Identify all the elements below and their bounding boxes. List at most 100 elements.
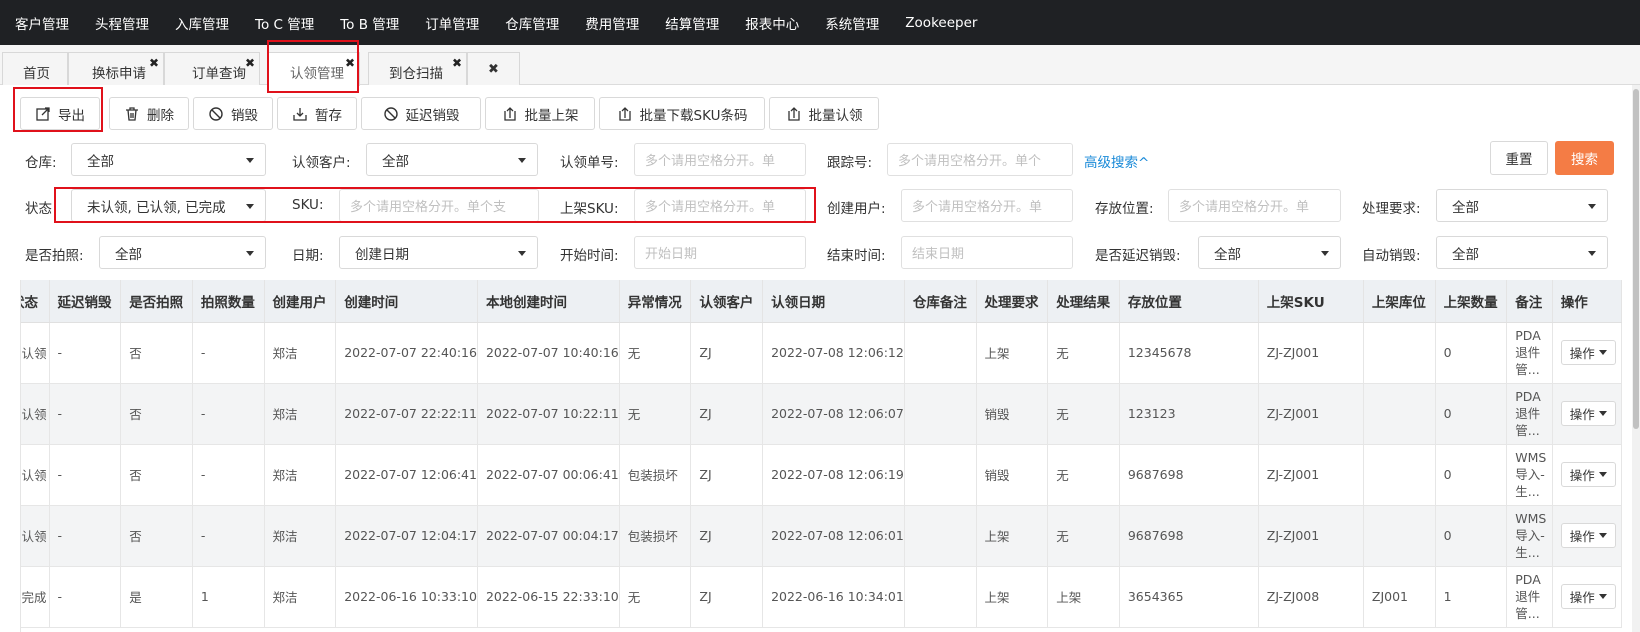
col-header-shelf-sku[interactable]: 上架SKU: [1258, 280, 1364, 323]
nav-warehouse[interactable]: 仓库管理: [505, 13, 559, 33]
shelf-sku-input[interactable]: 多个请用空格分开。单: [634, 189, 806, 222]
hold-button[interactable]: 暂存: [277, 97, 357, 130]
cell-claim-date: 2022-06-16 10:34:01: [762, 566, 905, 628]
vertical-scrollbar[interactable]: [1632, 85, 1640, 632]
col-header-shelf-qty[interactable]: 上架数量: [1435, 280, 1508, 323]
cell-location: 12345678: [1119, 322, 1259, 384]
col-header-warehouse-note[interactable]: 仓库备注: [904, 280, 977, 323]
upload-icon: [503, 106, 516, 121]
sku-input[interactable]: 多个请用空格分开。单个支: [339, 189, 539, 222]
row-action-dropdown[interactable]: 操作: [1560, 584, 1616, 609]
cell-requirement: 上架: [976, 566, 1049, 628]
location-input[interactable]: 多个请用空格分开。单: [1168, 189, 1341, 222]
delay-destroy-select[interactable]: 全部: [1198, 236, 1341, 269]
batch-claim-button[interactable]: 批量认领: [769, 97, 879, 130]
tab-close-all[interactable]: ✖: [467, 52, 520, 85]
nav-settlement[interactable]: 结算管理: [665, 13, 719, 33]
table-header-row: 状态 延迟销毁 是否拍照 拍照数量 创建用户 创建时间 本地创建时间 异常情况 …: [21, 280, 1623, 323]
tab-relabel[interactable]: 换标申请 ✖: [68, 52, 164, 85]
cell-note: PDA退件管...: [1506, 566, 1553, 628]
table-row[interactable]: 已认领 - 否 - 郑洁 2022-07-07 12:06:41 2022-07…: [21, 444, 1623, 506]
tab-order-query[interactable]: 订单查询 ✖: [164, 52, 260, 85]
nav-to-c[interactable]: To C 管理: [255, 13, 314, 33]
delay-destroy-button[interactable]: 延迟销毁: [361, 97, 481, 130]
status-value: 未认领, 已认领, 已完成: [87, 199, 226, 216]
claim-no-input[interactable]: 多个请用空格分开。单: [634, 143, 806, 176]
photo-select[interactable]: 全部: [99, 236, 266, 269]
row-action-dropdown[interactable]: 操作: [1560, 401, 1616, 426]
auto-destroy-select[interactable]: 全部: [1436, 236, 1608, 269]
row-action-dropdown[interactable]: 操作: [1560, 523, 1616, 548]
close-icon[interactable]: ✖: [245, 56, 255, 70]
tab-arrival-scan[interactable]: 到仓扫描 ✖: [368, 52, 467, 85]
delete-button[interactable]: 删除: [109, 97, 189, 130]
cell-claim-date: 2022-07-08 12:06:01: [762, 505, 905, 567]
nav-customer[interactable]: 客户管理: [15, 13, 69, 33]
col-header-exception[interactable]: 异常情况: [619, 280, 692, 323]
col-header-shelf-bin[interactable]: 上架库位: [1363, 280, 1436, 323]
nav-orders[interactable]: 订单管理: [425, 13, 479, 33]
cell-location: 123123: [1119, 383, 1259, 445]
date-type-select[interactable]: 创建日期: [339, 236, 538, 269]
row-action-dropdown[interactable]: 操作: [1560, 462, 1616, 487]
col-header-delay-destroy[interactable]: 延迟销毁: [49, 280, 122, 323]
col-header-note[interactable]: 备注: [1506, 280, 1553, 323]
batch-download-sku-button[interactable]: 批量下载SKU条码: [599, 97, 765, 130]
tab-claim-management[interactable]: 认领管理 ✖: [268, 52, 360, 86]
row-action-label: 操作: [1569, 590, 1595, 605]
table-row[interactable]: 已认领 - 否 - 郑洁 2022-07-07 12:04:17 2022-07…: [21, 505, 1623, 567]
table-row[interactable]: 已认领 - 否 - 郑洁 2022-07-07 22:40:16 2022-07…: [21, 322, 1623, 384]
tab-home[interactable]: 首页: [2, 52, 68, 85]
start-date-input[interactable]: 开始日期: [634, 236, 806, 269]
nav-reports[interactable]: 报表中心: [745, 13, 799, 33]
close-icon[interactable]: ✖: [488, 62, 499, 77]
col-header-claim-date[interactable]: 认领日期: [762, 280, 905, 323]
cell-created-time: 2022-07-07 12:06:41: [335, 444, 478, 506]
col-header-requirement[interactable]: 处理要求: [976, 280, 1049, 323]
nav-inbound[interactable]: 入库管理: [175, 13, 229, 33]
nav-first-leg[interactable]: 头程管理: [95, 13, 149, 33]
creator-input[interactable]: 多个请用空格分开。单: [901, 189, 1073, 222]
warehouse-select[interactable]: 全部: [71, 143, 266, 176]
advanced-search-link[interactable]: 高级搜索^: [1084, 151, 1149, 171]
col-header-photo[interactable]: 是否拍照: [120, 280, 193, 323]
cell-actions: 操作: [1552, 444, 1623, 506]
table-row[interactable]: 已完成 - 是 1 郑洁 2022-06-16 10:33:10 2022-06…: [21, 566, 1623, 628]
close-icon[interactable]: ✖: [149, 56, 159, 70]
destroy-button[interactable]: 销毁: [193, 97, 273, 130]
col-header-local-created-time[interactable]: 本地创建时间: [477, 280, 620, 323]
data-table: 状态 延迟销毁 是否拍照 拍照数量 创建用户 创建时间 本地创建时间 异常情况 …: [20, 280, 1634, 632]
end-date-input[interactable]: 结束日期: [901, 236, 1073, 269]
requirement-select[interactable]: 全部: [1436, 189, 1608, 222]
top-nav: 客户管理 头程管理 入库管理 To C 管理 To B 管理 订单管理 仓库管理…: [0, 0, 1640, 45]
scrollbar-thumb[interactable]: [1633, 89, 1639, 429]
col-header-claim-customer[interactable]: 认领客户: [690, 280, 764, 323]
table-row[interactable]: 已认领 - 否 - 郑洁 2022-07-07 22:22:11 2022-07…: [21, 383, 1623, 445]
col-header-location[interactable]: 存放位置: [1119, 280, 1259, 323]
nav-zookeeper[interactable]: Zookeeper: [905, 15, 977, 31]
status-select[interactable]: 未认领, 已认领, 已完成: [71, 189, 266, 222]
col-header-status[interactable]: 状态: [21, 280, 50, 323]
col-header-creator[interactable]: 创建用户: [264, 280, 337, 323]
reset-button[interactable]: 重置: [1490, 141, 1548, 175]
cell-requirement: 销毁: [976, 383, 1049, 445]
nav-fees[interactable]: 费用管理: [585, 13, 639, 33]
row-action-dropdown[interactable]: 操作: [1560, 340, 1616, 365]
claim-customer-select[interactable]: 全部: [366, 143, 538, 176]
cell-shelf-qty: 1: [1435, 566, 1508, 628]
col-header-photo-count[interactable]: 拍照数量: [192, 280, 265, 323]
col-header-created-time[interactable]: 创建时间: [335, 280, 478, 323]
export-button[interactable]: 导出: [20, 97, 100, 130]
close-icon[interactable]: ✖: [345, 56, 355, 70]
close-icon[interactable]: ✖: [452, 56, 462, 70]
search-button[interactable]: 搜索: [1555, 141, 1614, 175]
cell-location: 3654365: [1119, 566, 1259, 628]
col-header-result[interactable]: 处理结果: [1047, 280, 1120, 323]
batch-shelve-button[interactable]: 批量上架: [485, 97, 595, 130]
cell-shelf-bin: [1363, 322, 1436, 384]
delay-destroy-label: 延迟销毁: [405, 107, 460, 124]
nav-system[interactable]: 系统管理: [825, 13, 879, 33]
tracking-input[interactable]: 多个请用空格分开。单个: [887, 143, 1073, 176]
cell-claim-date: 2022-07-08 12:06:07: [762, 383, 905, 445]
nav-to-b[interactable]: To B 管理: [340, 13, 399, 33]
